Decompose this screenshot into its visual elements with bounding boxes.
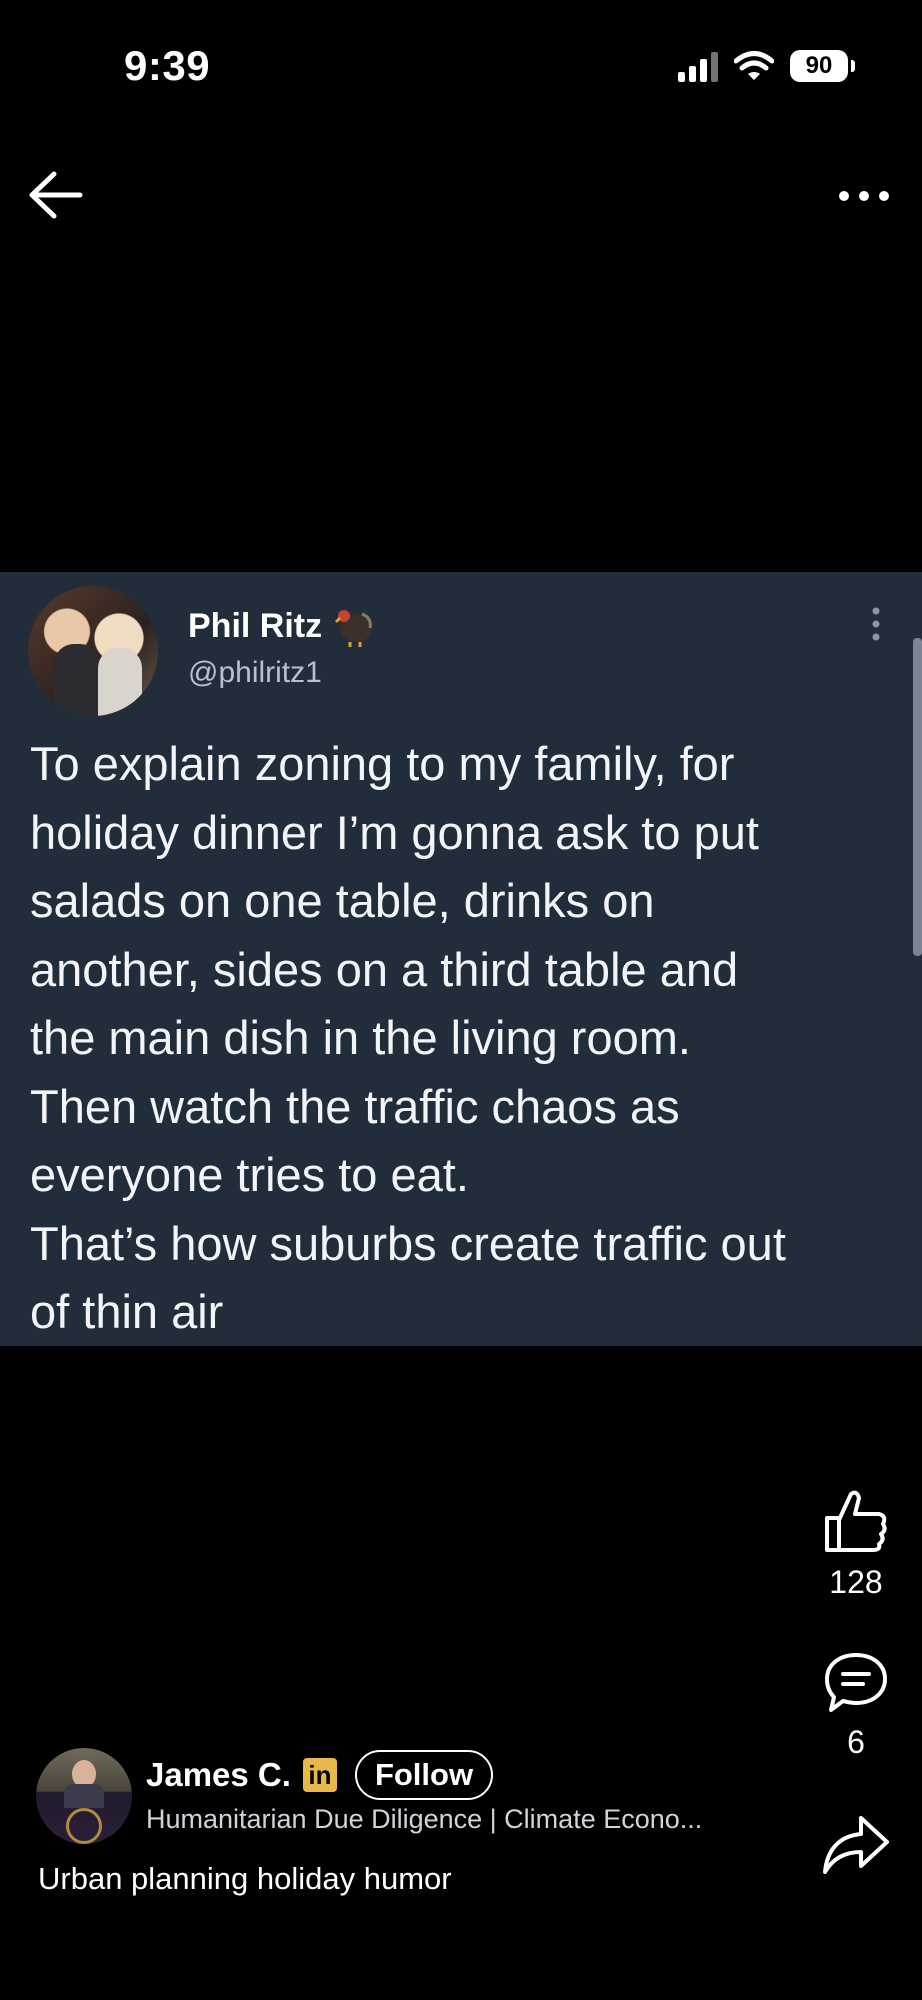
author-row: James C. in Follow xyxy=(146,1750,494,1801)
tweet-author-name-row: Phil Ritz xyxy=(188,604,376,648)
author-name[interactable]: James C. xyxy=(146,1756,291,1794)
battery-icon: 90 xyxy=(790,50,855,82)
like-count: 128 xyxy=(829,1564,883,1600)
tweet-scrollbar[interactable] xyxy=(913,638,922,956)
tweet-line: salads on one table, drinks on xyxy=(30,874,655,927)
status-time: 9:39 xyxy=(124,42,211,89)
follow-button[interactable]: Follow xyxy=(354,1750,494,1801)
share-icon xyxy=(823,1816,889,1874)
author-avatar[interactable] xyxy=(36,1748,132,1844)
tweet-line: To explain zoning to my family, for xyxy=(30,737,735,790)
post-caption: Urban planning holiday humor xyxy=(38,1861,452,1896)
battery-level: 90 xyxy=(805,52,833,79)
tweet-text: To explain zoning to my family, for holi… xyxy=(30,730,900,1347)
turkey-icon xyxy=(335,610,373,647)
arrow-left-icon[interactable] xyxy=(26,168,86,222)
comment-button[interactable]: 6 xyxy=(806,1650,906,1761)
more-horizontal-icon[interactable] xyxy=(836,176,892,216)
tweet-line: That’s how suburbs create traffic out xyxy=(30,1216,786,1270)
tweet-author-name: Phil Ritz xyxy=(188,606,323,645)
wifi-icon xyxy=(734,51,774,80)
status-indicators: 90 xyxy=(678,50,855,82)
comment-icon xyxy=(825,1653,887,1712)
like-button[interactable]: 128 xyxy=(806,1486,906,1601)
tweet-card[interactable]: Phil Ritz @philritz1 To explain zoning t… xyxy=(0,572,922,1346)
tweet-author-avatar xyxy=(28,586,158,716)
linkedin-icon: in xyxy=(302,1758,337,1793)
cellular-signal-icon xyxy=(678,50,718,82)
tweet-line: everyone tries to eat. xyxy=(30,1148,469,1201)
more-vertical-icon xyxy=(872,607,880,641)
comment-count: 6 xyxy=(847,1724,865,1760)
tweet-line: the main dish in the living room. xyxy=(30,1011,691,1064)
tweet-line: of thin air xyxy=(30,1285,224,1338)
tweet-line: another, sides on a third table and xyxy=(30,942,739,996)
author-headline: Humanitarian Due Diligence | Climate Eco… xyxy=(146,1804,703,1834)
share-button[interactable] xyxy=(806,1812,906,1878)
tweet-author-handle: @philritz1 xyxy=(188,656,322,689)
tweet-line: Then watch the traffic chaos as xyxy=(30,1079,680,1133)
thumbs-up-icon xyxy=(825,1490,887,1552)
tweet-line: holiday dinner I’m gonna ask to put xyxy=(30,805,759,859)
